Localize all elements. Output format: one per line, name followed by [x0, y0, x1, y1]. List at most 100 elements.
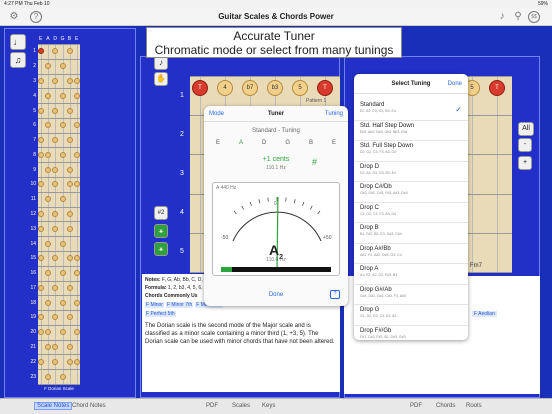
fret-note-dot[interactable]: T: [317, 80, 333, 96]
store-icon[interactable]: $$: [528, 11, 540, 23]
tuning-option[interactable]: Drop G G1, D2, G2, C3, E3, A3: [354, 305, 468, 326]
scale-note-dot[interactable]: [52, 344, 59, 351]
scale-note-dot[interactable]: [45, 166, 52, 173]
tuner-done-button[interactable]: Done: [204, 292, 348, 298]
scale-note-dot[interactable]: [52, 181, 59, 188]
scale-note-dot[interactable]: [38, 137, 44, 144]
scale-note-dot[interactable]: [38, 255, 44, 262]
chord-chip[interactable]: F Minor: [145, 302, 164, 308]
scale-note-dot[interactable]: [59, 373, 66, 380]
chord-chip[interactable]: F Perfect 5th: [145, 311, 176, 317]
fret-note-dot[interactable]: b3: [267, 80, 283, 96]
scale-note-dot[interactable]: [59, 122, 66, 129]
scale-note-dot[interactable]: [52, 77, 59, 84]
scale-note-dot[interactable]: [45, 344, 52, 351]
scale-note-dot[interactable]: [66, 211, 73, 217]
chord-chip-aeolian[interactable]: F Aeolian: [472, 311, 497, 317]
scale-note-dot[interactable]: [52, 284, 59, 291]
scale-note-dot[interactable]: [74, 92, 80, 99]
scale-note-dot[interactable]: [45, 122, 52, 129]
scale-note-dot[interactable]: [52, 166, 59, 173]
scale-note-dot[interactable]: [45, 329, 52, 336]
tuning-button[interactable]: Tuning: [325, 111, 343, 117]
guitar-icon[interactable]: ♪: [496, 11, 508, 23]
tuner-fork-icon[interactable]: ⚲: [512, 11, 524, 23]
scale-note-dot[interactable]: [52, 48, 59, 55]
zoom-in-button[interactable]: +: [518, 156, 532, 170]
scale-note-dot[interactable]: [59, 196, 66, 203]
scale-note-dot[interactable]: [45, 63, 52, 70]
tuner-string-note[interactable]: D: [262, 140, 266, 146]
scale-note-dot[interactable]: [52, 255, 59, 262]
left-fretboard[interactable]: [38, 44, 80, 385]
tab-scales[interactable]: Scales: [232, 403, 250, 409]
music-note-button[interactable]: ♪: [154, 56, 168, 70]
scale-note-dot[interactable]: [74, 270, 80, 277]
scale-note-dot[interactable]: [74, 299, 80, 306]
scale-note-dot[interactable]: [45, 299, 52, 306]
tuning-option[interactable]: Drop C C2, G2, C3, F3, A3, D4: [354, 203, 468, 223]
scale-note-dot[interactable]: [59, 63, 66, 70]
scale-note-dot[interactable]: [66, 314, 73, 321]
tuning-option[interactable]: Drop F#/Gb F#1, C#2, F#2, B2, D#3, G#3: [354, 326, 468, 341]
scale-note-dot[interactable]: [38, 107, 44, 114]
scale-note-dot[interactable]: [59, 299, 66, 306]
tab-roots[interactable]: Roots: [466, 403, 482, 409]
scale-note-dot[interactable]: [38, 225, 44, 232]
fingering-icon[interactable]: ⚹: [154, 242, 168, 256]
fret-note-dot[interactable]: 4: [217, 80, 233, 96]
scale-note-dot[interactable]: [66, 225, 73, 232]
tab-right-pdf[interactable]: PDF: [410, 403, 422, 409]
tuner-string-note[interactable]: A: [239, 140, 243, 146]
scale-note-dot[interactable]: [45, 92, 52, 99]
scale-note-dot[interactable]: [59, 151, 66, 158]
scale-note-dot[interactable]: [66, 137, 73, 144]
tuner-string-note[interactable]: B: [309, 140, 313, 146]
tuning-option[interactable]: Std. Full Step Down D2, G2, C3, F3, A3, D…: [354, 141, 468, 162]
tuner-string-note[interactable]: E: [332, 140, 336, 146]
scale-note-dot[interactable]: [59, 240, 66, 247]
scale-note-dot[interactable]: [66, 284, 73, 291]
tuning-option[interactable]: Drop B B1, F#2, B2, E3, G#3, C#4: [354, 223, 468, 244]
tuning-option[interactable]: Drop A#/Bb A#1, F2, A#2, D#3, G3, C4: [354, 244, 468, 264]
tuner-string-note[interactable]: E: [216, 140, 220, 146]
tuning-option[interactable]: Standard E2, A2, D3, G3, B3, E4 ✓: [354, 100, 468, 121]
scale-note-dot[interactable]: [52, 211, 59, 217]
scale-note-dot[interactable]: [45, 196, 52, 203]
scale-note-dot[interactable]: [52, 137, 59, 144]
scale-note-dot[interactable]: [66, 358, 73, 365]
scale-note-dot[interactable]: [66, 344, 73, 351]
scale-note-dot[interactable]: [74, 181, 80, 188]
scale-note-dot[interactable]: [74, 77, 80, 84]
scale-note-dot[interactable]: [38, 77, 44, 84]
scale-note-dot[interactable]: [45, 151, 52, 158]
scale-note-dot[interactable]: [52, 358, 59, 365]
scale-note-dot[interactable]: [52, 314, 59, 321]
tuning-option[interactable]: Drop D D2, A2, D3, G3, B3, E4: [354, 162, 468, 182]
fret-note-dot[interactable]: b7: [242, 80, 258, 96]
scale-note-dot[interactable]: [45, 270, 52, 277]
scale-note-dot[interactable]: [66, 255, 73, 262]
scale-note-dot[interactable]: [38, 181, 44, 188]
scale-note-dot[interactable]: [38, 48, 44, 55]
zoom-out-button[interactable]: -: [518, 138, 532, 152]
scale-note-dot[interactable]: [59, 92, 66, 99]
fret-note-dot[interactable]: 5: [292, 80, 308, 96]
scale-note-dot[interactable]: [74, 255, 80, 262]
chord-chip[interactable]: F Minor 7th: [165, 302, 194, 308]
tab-chords[interactable]: Chords: [436, 403, 455, 409]
scale-note-dot[interactable]: [66, 77, 73, 84]
fret-note-dot[interactable]: T: [489, 80, 505, 96]
pattern-icon[interactable]: ⚹: [154, 224, 168, 238]
tuning-option[interactable]: Drop A A1, E2, A2, D3, F#3, B3: [354, 264, 468, 285]
scale-note-dot[interactable]: [74, 151, 80, 158]
scale-note-dot[interactable]: [38, 358, 44, 365]
scale-note-dot[interactable]: [38, 329, 44, 336]
scale-note-dot[interactable]: [59, 329, 66, 336]
fret-note-dot[interactable]: T: [192, 80, 208, 96]
tab-keys[interactable]: Keys: [262, 403, 275, 409]
hand-icon[interactable]: ✋: [154, 72, 168, 86]
scale-note-dot[interactable]: [66, 48, 73, 55]
scale-note-dot[interactable]: [45, 240, 52, 247]
tuning-option[interactable]: Drop C#/Db C#2, G#2, C#3, F#3, A#3, D#4: [354, 182, 468, 203]
